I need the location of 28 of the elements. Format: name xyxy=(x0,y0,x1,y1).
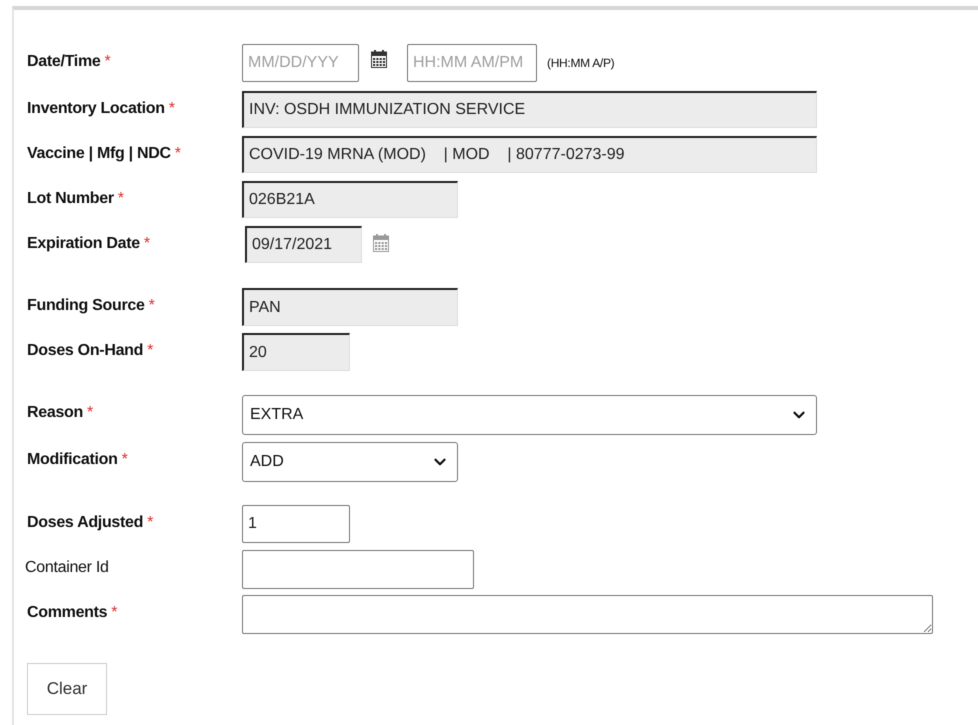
readonly-field: COVID-19 MRNA (MOD) | MOD | 80777-0273-99 xyxy=(242,136,817,173)
field-label: Reason * xyxy=(27,403,94,422)
field-label: Comments * xyxy=(27,603,118,622)
field-label: Vaccine | Mfg | NDC * xyxy=(27,144,182,163)
field-label: Date/Time * xyxy=(27,52,112,71)
select-dropdown[interactable]: ADD xyxy=(242,442,458,482)
field-label: Funding Source * xyxy=(27,296,156,315)
field-label: Doses On-Hand * xyxy=(27,341,154,360)
comments-textarea[interactable] xyxy=(242,595,933,634)
readonly-field: INV: OSDH IMMUNIZATION SERVICE xyxy=(242,91,817,128)
text-input[interactable]: 1 xyxy=(242,505,350,543)
field-label: Lot Number * xyxy=(27,189,125,208)
time-format-hint: (HH:MM A/P) xyxy=(547,56,614,70)
clear-button[interactable]: Clear xyxy=(27,663,107,715)
readonly-field: 026B21A xyxy=(242,181,458,218)
field-label: Doses Adjusted * xyxy=(27,513,154,532)
readonly-field: PAN xyxy=(242,288,458,326)
readonly-date-field: 09/17/2021 xyxy=(245,226,362,263)
field-label: Container Id xyxy=(25,558,110,577)
readonly-field: 20 xyxy=(242,333,350,371)
text-input[interactable] xyxy=(242,550,474,589)
date-field[interactable]: MM/DD/YYY xyxy=(242,44,359,82)
field-label: Modification * xyxy=(27,450,129,469)
field-label: Inventory Location * xyxy=(27,99,176,118)
calendar-icon[interactable] xyxy=(371,50,387,68)
select-dropdown[interactable]: EXTRA xyxy=(242,395,817,435)
time-field[interactable]: HH:MM AM/PM xyxy=(407,44,537,82)
field-label: Expiration Date * xyxy=(27,234,151,253)
